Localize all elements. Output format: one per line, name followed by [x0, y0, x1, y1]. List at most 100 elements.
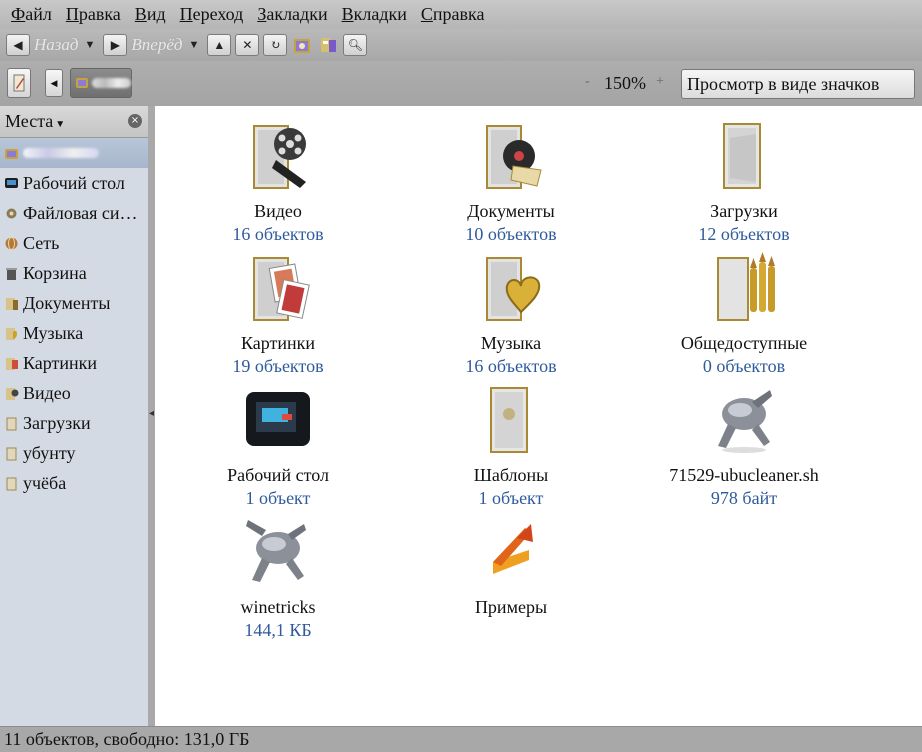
sidebar-item-label: Рабочий стол: [23, 172, 125, 193]
stop-button[interactable]: ✕: [235, 34, 260, 56]
menu-edit[interactable]: Правка: [59, 4, 128, 25]
sidebar-title: Места: [5, 111, 54, 131]
file-item[interactable]: Музыка 16 объектов: [396, 252, 626, 378]
file-item[interactable]: Загрузки 12 объектов: [629, 120, 859, 246]
file-meta: 1 объект: [478, 488, 544, 508]
home-icon: [294, 39, 311, 53]
menu-go[interactable]: Переход: [173, 4, 251, 25]
sidebar-item-ubuntu[interactable]: убунту: [0, 438, 148, 468]
back-button[interactable]: ◀ Назад: [6, 34, 79, 56]
sidebar-item-downloads[interactable]: Загрузки: [0, 408, 148, 438]
downloads-folder-icon: [723, 123, 761, 189]
file-item[interactable]: Видео 16 объектов: [163, 120, 393, 246]
file-item[interactable]: Рабочий стол 1 объект: [163, 384, 393, 510]
file-name: Шаблоны: [473, 465, 549, 485]
breadcrumb-home-label: [91, 78, 131, 88]
location-bar: ◀ - 150% + Просмотр в виде значков: [0, 61, 922, 106]
file-item[interactable]: Шаблоны 1 объект: [396, 384, 626, 510]
search-icon: 🔍︎: [347, 37, 363, 52]
documents-folder-icon: [6, 297, 18, 310]
sidebar-item-network[interactable]: Сеть: [0, 228, 148, 258]
file-item[interactable]: Примеры: [396, 516, 626, 618]
file-meta: 16 объектов: [232, 224, 324, 244]
menu-view[interactable]: Вид: [128, 4, 173, 25]
sidebar-item-trash[interactable]: Корзина: [0, 258, 148, 288]
pictures-folder-icon: [253, 257, 310, 321]
menu-help[interactable]: Справка: [414, 4, 492, 25]
sidebar-item-home-label: [23, 148, 99, 158]
file-meta: 144,1 КБ: [244, 620, 312, 640]
sidebar-item-desktop[interactable]: Рабочий стол: [0, 168, 148, 198]
sidebar-item-pictures[interactable]: Картинки: [0, 348, 148, 378]
forward-arrow-icon: ▶: [103, 34, 128, 56]
file-meta: 1 объект: [245, 488, 311, 508]
view-mode-label: Просмотр в виде значков: [687, 73, 880, 94]
file-item[interactable]: Картинки 19 объектов: [163, 252, 393, 378]
music-folder-icon: [486, 257, 541, 321]
sidebar-item-label: Музыка: [23, 322, 84, 343]
stop-x-icon: ✕: [242, 37, 253, 52]
video-folder-icon: [253, 125, 306, 189]
downloads-folder-icon: [6, 417, 17, 430]
sidebar-item-music[interactable]: Музыка: [0, 318, 148, 348]
reload-button[interactable]: ↻: [263, 34, 288, 56]
documents-folder-icon: [486, 125, 542, 189]
sidebar-item-label: убунту: [23, 442, 76, 463]
sidebar-item-label: Картинки: [23, 352, 98, 373]
forward-history-dropdown-icon[interactable]: ▼: [188, 39, 199, 51]
toolbar: ◀ Назад ▼ ▶ Вперёд ▼ ▲ ✕ ↻ 🔍︎: [0, 29, 922, 61]
up-arrow-icon: ▲: [213, 37, 226, 52]
sidebar-item-documents[interactable]: Документы: [0, 288, 148, 318]
menu-file[interactable]: Файл: [4, 4, 59, 25]
sidebar-item-label: Видео: [23, 382, 71, 403]
breadcrumb-home[interactable]: [70, 68, 132, 98]
up-button[interactable]: ▲: [207, 34, 232, 56]
templates-folder-icon: [490, 387, 528, 453]
sidebar-type-select[interactable]: Места ▼: [5, 111, 65, 132]
sidebar-item-label: Файловая си…: [23, 202, 138, 223]
script-icon: [718, 390, 772, 453]
file-name: Общедоступные: [680, 333, 808, 353]
sidebar-item-study[interactable]: учёба: [0, 468, 148, 498]
sidebar-item-label: Сеть: [23, 232, 60, 253]
file-item[interactable]: winetricks 144,1 КБ: [163, 516, 393, 642]
file-item[interactable]: 71529-ubucleaner.sh 978 байт: [629, 384, 859, 510]
file-item[interactable]: Общедоступные 0 объектов: [629, 252, 859, 378]
zoom-out-button[interactable]: -: [585, 74, 590, 90]
forward-button[interactable]: ▶ Вперёд: [103, 34, 182, 56]
sidebar-item-video[interactable]: Видео: [0, 378, 148, 408]
sidebar-close-icon[interactable]: ×: [128, 114, 142, 128]
computer-button[interactable]: [317, 34, 339, 56]
toggle-location-entry-button[interactable]: [7, 68, 31, 98]
icon-view[interactable]: Видео 16 объектов Документы 10 объектов …: [155, 106, 922, 726]
zoom-in-button[interactable]: +: [656, 74, 664, 90]
sidebar-item-home[interactable]: [0, 138, 148, 168]
home-button[interactable]: [291, 34, 313, 56]
desktop-folder-icon: [246, 392, 310, 446]
pane-resize-handle[interactable]: ◂: [148, 106, 155, 726]
trash-icon: [6, 267, 17, 280]
file-name: Картинки: [240, 333, 316, 353]
file-meta: 978 байт: [710, 488, 778, 508]
file-name: 71529-ubucleaner.sh: [669, 465, 819, 485]
sidebar: Места ▼ × Рабочий стол Файловая си… Сеть…: [0, 106, 148, 726]
file-name: Рабочий стол: [227, 465, 329, 485]
sidebar-item-label: Загрузки: [23, 412, 91, 433]
back-history-dropdown-icon[interactable]: ▼: [85, 39, 96, 51]
menu-tabs[interactable]: Вкладки: [335, 4, 414, 25]
sidebar-item-filesystem[interactable]: Файловая си…: [0, 198, 148, 228]
view-mode-select[interactable]: Просмотр в виде значков: [681, 69, 915, 99]
sidebar-item-label: Корзина: [23, 262, 87, 283]
file-item[interactable]: Документы 10 объектов: [396, 120, 626, 246]
zoom-level[interactable]: 150%: [604, 73, 646, 94]
grip-icon: ◂: [149, 408, 155, 419]
search-button[interactable]: 🔍︎: [343, 34, 368, 56]
path-scroll-left-button[interactable]: ◀: [45, 69, 63, 97]
back-label: Назад: [34, 35, 79, 54]
file-name: Музыка: [480, 333, 542, 353]
file-name: Документы: [467, 201, 555, 221]
script-icon: [246, 520, 306, 582]
public-folder-icon: [717, 252, 775, 321]
file-meta: 0 объектов: [702, 356, 786, 376]
menu-bookmarks[interactable]: Закладки: [250, 4, 334, 25]
